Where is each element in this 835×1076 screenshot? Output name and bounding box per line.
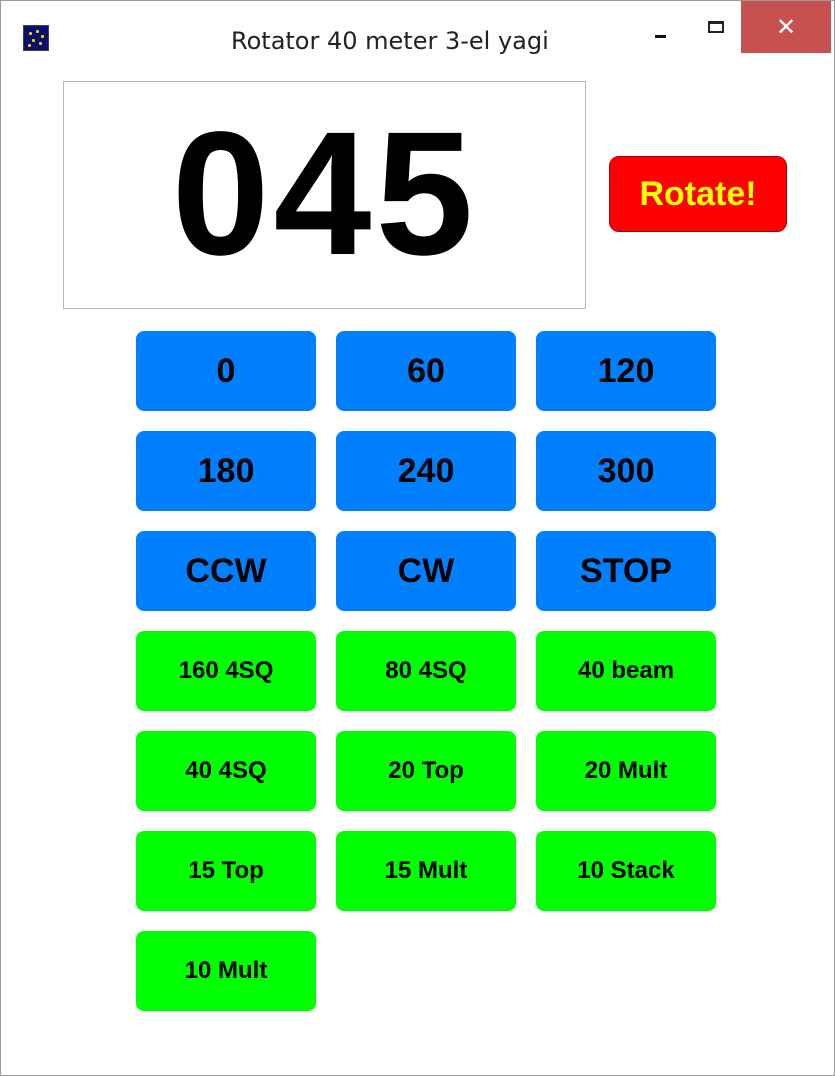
antenna-button-10-mult[interactable]: 10 Mult — [136, 931, 316, 1011]
close-button[interactable]: ✕ — [741, 1, 831, 53]
antenna-button-20-mult[interactable]: 20 Mult — [536, 731, 716, 811]
cw-button[interactable]: CW — [336, 531, 516, 611]
rotate-button[interactable]: Rotate! — [609, 156, 787, 232]
heading-button-300[interactable]: 300 — [536, 431, 716, 511]
heading-display: 045 — [63, 81, 586, 309]
window-title: Rotator 40 meter 3-el yagi — [231, 27, 549, 55]
antenna-button-20-top[interactable]: 20 Top — [336, 731, 516, 811]
antenna-button-15-top[interactable]: 15 Top — [136, 831, 316, 911]
antenna-button-10-stack[interactable]: 10 Stack — [536, 831, 716, 911]
antenna-button-40-4sq[interactable]: 40 4SQ — [136, 731, 316, 811]
antenna-button-160-4sq[interactable]: 160 4SQ — [136, 631, 316, 711]
stop-button[interactable]: STOP — [536, 531, 716, 611]
app-icon[interactable] — [23, 25, 49, 51]
antenna-button-80-4sq[interactable]: 80 4SQ — [336, 631, 516, 711]
maximize-button[interactable] — [696, 1, 738, 51]
heading-value: 045 — [171, 96, 478, 292]
ccw-button[interactable]: CCW — [136, 531, 316, 611]
maximize-icon — [708, 21, 724, 33]
close-icon: ✕ — [775, 13, 797, 41]
heading-button-240[interactable]: 240 — [336, 431, 516, 511]
title-bar[interactable]: Rotator 40 meter 3-el yagi ✕ — [1, 1, 834, 67]
minimize-icon — [655, 35, 666, 38]
heading-button-0[interactable]: 0 — [136, 331, 316, 411]
heading-button-60[interactable]: 60 — [336, 331, 516, 411]
heading-button-180[interactable]: 180 — [136, 431, 316, 511]
antenna-button-40-beam[interactable]: 40 beam — [536, 631, 716, 711]
antenna-button-15-mult[interactable]: 15 Mult — [336, 831, 516, 911]
heading-button-120[interactable]: 120 — [536, 331, 716, 411]
app-window: Rotator 40 meter 3-el yagi ✕ 045 Rotate!… — [0, 0, 835, 1076]
minimize-button[interactable] — [636, 1, 686, 51]
